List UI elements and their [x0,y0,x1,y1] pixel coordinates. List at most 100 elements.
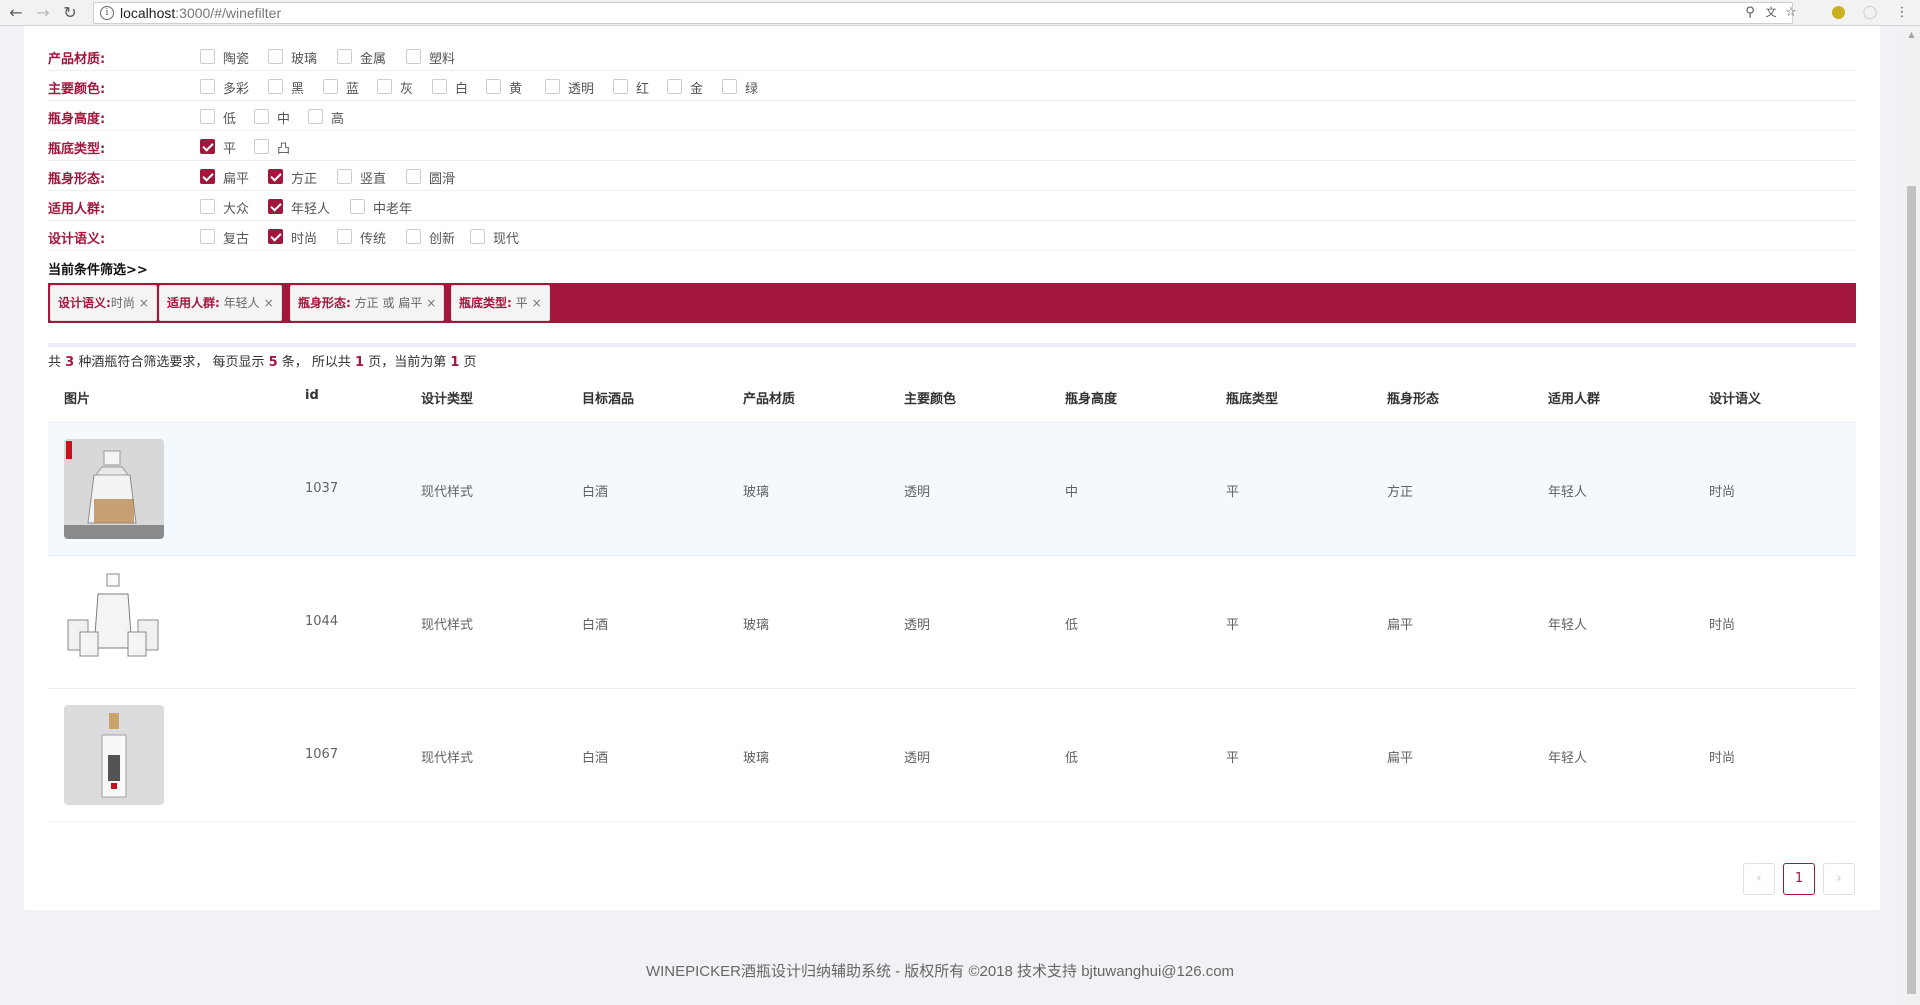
checkbox-icon[interactable] [268,79,283,94]
filter-option-checkbox[interactable]: 竖直 [337,168,386,187]
close-icon[interactable]: × [139,296,149,310]
filter-option-checkbox[interactable]: 圆滑 [406,168,456,187]
filter-option-checkbox[interactable]: 时尚 [268,228,317,247]
filter-option-checkbox[interactable]: 扁平 [200,168,249,187]
filter-option-checkbox[interactable]: 创新 [406,228,455,247]
close-icon[interactable]: × [532,296,542,310]
address-bar[interactable]: i localhost:3000/#/winefilter ⚲ 文 ☆ [93,2,1797,24]
scrollbar-thumb[interactable] [1907,186,1916,994]
checkbox-icon[interactable] [667,79,682,94]
checkbox-icon[interactable] [308,109,323,124]
next-page-button[interactable]: › [1823,863,1855,895]
checkbox-icon[interactable] [200,109,215,124]
checkbox-icon[interactable] [200,199,215,214]
checkbox-icon[interactable] [432,79,447,94]
tag-bottom-type[interactable]: 瓶底类型: 平 × [451,285,550,321]
checkbox-icon[interactable] [406,49,421,64]
filter-option-checkbox[interactable]: 高 [308,108,344,127]
filter-option-checkbox[interactable]: 透明 [545,78,594,97]
filter-option-checkbox[interactable]: 多彩 [200,78,249,97]
filter-option-checkbox[interactable]: 金属 [337,48,386,67]
col-header-color: 主要颜色 [904,392,957,407]
filter-option-checkbox[interactable]: 传统 [337,228,386,247]
checkbox-checked-icon[interactable] [268,169,283,184]
reload-icon[interactable]: ↻ [60,3,80,23]
table-row[interactable]: 1037 现代样式 白酒 玻璃 透明 中 平 方正 年轻人 时尚 [48,423,1856,556]
filter-option-checkbox[interactable]: 现代 [470,228,519,247]
close-icon[interactable]: × [264,296,274,310]
extension-grey-icon[interactable]: ◯ [1861,4,1879,22]
forward-arrow-icon[interactable]: → [33,3,53,23]
address-url[interactable]: localhost:3000/#/winefilter [120,5,281,21]
checkbox-icon[interactable] [545,79,560,94]
filter-option-label: 低 [223,112,237,127]
checkbox-icon[interactable] [268,49,283,64]
prev-page-button[interactable]: ‹ [1743,863,1775,895]
filter-option-checkbox[interactable]: 黑 [268,78,304,97]
key-icon[interactable]: ⚲ [1741,4,1759,22]
filter-option-label: 圆滑 [429,172,456,187]
page-scrollbar[interactable]: ▲ [1903,26,1920,1005]
filter-option-checkbox[interactable]: 塑料 [406,48,455,67]
checkbox-icon[interactable] [200,49,215,64]
translate-icon[interactable]: 文 [1762,4,1780,22]
checkbox-checked-icon[interactable] [200,169,215,184]
checkbox-icon[interactable] [377,79,392,94]
star-icon[interactable]: ☆ [1782,4,1800,22]
checkbox-checked-icon[interactable] [268,229,283,244]
close-icon[interactable]: × [426,296,436,310]
bottle-image[interactable] [64,705,164,805]
checkbox-icon[interactable] [470,229,485,244]
filter-option-checkbox[interactable]: 复古 [200,228,249,247]
col-header-height: 瓶身高度 [1065,392,1118,407]
bottle-image[interactable] [64,439,164,539]
filter-option-checkbox[interactable]: 凸 [254,138,290,157]
filter-option-checkbox[interactable]: 中老年 [350,198,412,217]
filter-option-checkbox[interactable]: 中 [254,108,290,127]
filter-option-checkbox[interactable]: 平 [200,138,236,157]
filter-option-checkbox[interactable]: 红 [613,78,649,97]
filter-option-checkbox[interactable]: 大众 [200,198,249,217]
tag-bottle-shape[interactable]: 瓶身形态: 方正 或 扁平 × [290,285,445,321]
checkbox-icon[interactable] [254,109,269,124]
filter-option-checkbox[interactable]: 玻璃 [268,48,317,67]
menu-dots-icon[interactable]: ⋮ [1893,4,1911,22]
checkbox-icon[interactable] [406,169,421,184]
filter-option-checkbox[interactable]: 白 [432,78,468,97]
checkbox-icon[interactable] [337,229,352,244]
site-info-icon[interactable]: i [100,6,114,20]
checkbox-icon[interactable] [722,79,737,94]
checkbox-icon[interactable] [613,79,628,94]
bottle-image[interactable] [64,572,164,672]
checkbox-icon[interactable] [406,229,421,244]
filter-option-checkbox[interactable]: 方正 [268,168,317,187]
tag-design-semantic[interactable]: 设计语义:时尚 × [50,285,157,321]
filter-option-checkbox[interactable]: 蓝 [323,78,359,97]
checkbox-icon[interactable] [337,169,352,184]
checkbox-icon[interactable] [200,229,215,244]
back-arrow-icon[interactable]: ← [6,3,26,23]
filter-option-checkbox[interactable]: 绿 [722,78,758,97]
checkbox-icon[interactable] [337,49,352,64]
checkbox-icon[interactable] [200,79,215,94]
table-row[interactable]: 1044 现代样式 白酒 玻璃 透明 低 平 扁平 年轻人 时尚 [48,556,1856,689]
filter-option-checkbox[interactable]: 年轻人 [268,198,330,217]
extension-icon[interactable] [1829,4,1847,22]
checkbox-checked-icon[interactable] [200,139,215,154]
filter-option-checkbox[interactable]: 灰 [377,78,414,97]
scroll-up-icon[interactable]: ▲ [1903,26,1920,43]
checkbox-icon[interactable] [350,199,365,214]
checkbox-checked-icon[interactable] [268,199,283,214]
checkbox-icon[interactable] [486,79,501,94]
checkbox-icon[interactable] [323,79,338,94]
filter-option-checkbox[interactable]: 低 [200,108,237,127]
filter-option-checkbox[interactable]: 金 [667,78,703,97]
filter-row-shape: 瓶身形态: 扁平 方正 竖直 圆滑 [48,161,1856,191]
checkbox-icon[interactable] [254,139,269,154]
table-row[interactable]: 1067 现代样式 白酒 玻璃 透明 低 平 扁平 年轻人 时尚 [48,689,1856,822]
filter-option-checkbox[interactable]: 黄 [486,78,522,97]
tag-target-group[interactable]: 适用人群: 年轻人 × [159,285,282,321]
filter-option-label: 灰 [400,82,414,97]
page-1-button[interactable]: 1 [1783,863,1815,895]
filter-option-checkbox[interactable]: 陶瓷 [200,48,249,67]
